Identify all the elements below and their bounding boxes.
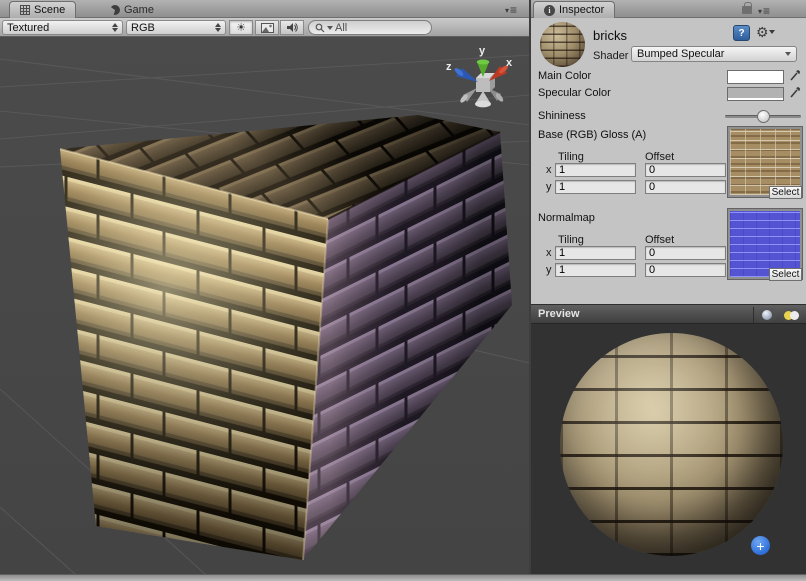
gizmo-center-cube[interactable] — [476, 73, 495, 92]
preview-light-toggle-button[interactable] — [780, 308, 803, 322]
base-x-row-label: x — [546, 164, 552, 176]
specular-color-swatch[interactable] — [727, 87, 784, 101]
scene-panel: Scene Game ▾≡ Textured RGB ☀ — [0, 0, 530, 581]
draw-mode-value: Textured — [7, 22, 108, 34]
normalmap-label: Normalmap — [538, 212, 595, 224]
game-icon — [110, 5, 120, 15]
search-icon — [315, 23, 325, 33]
tab-game-label: Game — [124, 4, 154, 16]
base-offset-y-field[interactable] — [645, 180, 726, 194]
main-color-swatch-fill — [728, 71, 783, 81]
scene-panel-menu-icon[interactable]: ▾≡ — [505, 3, 517, 17]
eyedropper-icon[interactable] — [789, 68, 801, 82]
base-tiling-y-field[interactable] — [555, 180, 636, 194]
normalmap-select-button[interactable]: Select — [769, 268, 802, 281]
tab-game[interactable]: Game — [100, 1, 164, 18]
gizmo-x-label: x — [506, 57, 513, 69]
preview-header: Preview — [531, 304, 806, 324]
scene-toolbar: Textured RGB ☀ — [0, 18, 530, 37]
specular-color-swatch-fill — [728, 88, 783, 98]
audio-toggle-button[interactable] — [280, 20, 304, 35]
updown-arrows-icon — [215, 23, 221, 32]
scene-grid-icon — [20, 5, 30, 15]
normal-tiling-y-field[interactable] — [555, 263, 636, 277]
material-name: bricks — [593, 28, 627, 43]
base-texture-select-button[interactable]: Select — [769, 186, 802, 199]
normal-offset-x-field[interactable] — [645, 246, 726, 260]
sphere-icon — [762, 310, 772, 320]
add-icon[interactable]: + — [751, 536, 770, 555]
gizmo-z-label: z — [446, 61, 452, 73]
search-scope-caret-icon — [327, 26, 333, 30]
gizmo-y-label: y — [479, 45, 486, 57]
main-color-swatch[interactable] — [727, 70, 784, 84]
scene-tabbar: Scene Game ▾≡ — [0, 0, 530, 18]
shader-dropdown[interactable]: Bumped Specular — [631, 46, 797, 62]
shader-value: Bumped Specular — [637, 48, 724, 60]
inspector-tabbar: i Inspector ▾≡ — [531, 0, 806, 18]
normal-x-row-label: x — [546, 247, 552, 259]
window-bottom-border — [0, 574, 806, 581]
normal-y-row-label: y — [546, 264, 552, 276]
unity-editor-window: Scene Game ▾≡ Textured RGB ☀ — [0, 0, 806, 581]
material-preview-area[interactable]: + — [531, 324, 806, 574]
draw-mode-dropdown[interactable]: Textured — [2, 20, 123, 35]
normal-offset-header: Offset — [645, 234, 674, 246]
lighting-toggle-button[interactable]: ☀ — [229, 20, 253, 35]
preview-title: Preview — [531, 308, 580, 320]
base-y-row-label: y — [546, 181, 552, 193]
base-offset-header: Offset — [645, 151, 674, 163]
eyedropper-icon[interactable] — [789, 85, 801, 99]
normal-offset-y-field[interactable] — [645, 263, 726, 277]
inspector-panel-menu-icon[interactable]: ▾≡ — [758, 4, 770, 18]
info-icon: i — [544, 5, 555, 16]
speaker-icon — [286, 22, 299, 33]
base-tiling-x-field[interactable] — [555, 163, 636, 177]
scene-3d-view: y x z — [0, 37, 530, 574]
shininess-slider-thumb[interactable] — [757, 110, 770, 123]
help-icon[interactable]: ? — [733, 25, 750, 41]
inspector-panel: i Inspector ▾≡ bricks Shader Bumped Spec… — [531, 0, 806, 581]
preview-sphere[interactable] — [560, 333, 783, 556]
shader-label: Shader — [593, 50, 628, 62]
material-preview-ball — [540, 22, 585, 67]
scene-viewport[interactable]: y x z — [0, 37, 530, 574]
search-scope-label: All — [335, 22, 347, 34]
tab-scene[interactable]: Scene — [9, 1, 76, 18]
updown-arrows-icon — [112, 23, 118, 32]
base-tiling-header: Tiling — [558, 151, 584, 163]
normal-tiling-header: Tiling — [558, 234, 584, 246]
color-mode-value: RGB — [131, 22, 211, 34]
tab-inspector[interactable]: i Inspector — [533, 1, 615, 18]
lock-icon[interactable] — [742, 6, 752, 14]
normal-tiling-x-field[interactable] — [555, 246, 636, 260]
main-color-label: Main Color — [538, 70, 591, 82]
light-off-icon — [790, 311, 799, 320]
preview-mesh-button[interactable] — [757, 308, 777, 322]
base-offset-x-field[interactable] — [645, 163, 726, 177]
skybox-toggle-button[interactable] — [255, 20, 279, 35]
specular-color-label: Specular Color — [538, 87, 611, 99]
shininess-label: Shininess — [538, 110, 586, 122]
gear-icon[interactable]: ⚙ — [756, 24, 775, 41]
dropdown-caret-icon — [785, 52, 791, 56]
shininess-slider[interactable] — [725, 115, 801, 118]
tab-inspector-label: Inspector — [559, 4, 604, 16]
color-mode-dropdown[interactable]: RGB — [126, 20, 226, 35]
image-icon — [261, 23, 274, 33]
base-texture-label: Base (RGB) Gloss (A) — [538, 129, 646, 141]
sun-icon: ☀ — [236, 21, 246, 34]
tab-scene-label: Scene — [34, 4, 65, 16]
scene-search-field[interactable]: All — [308, 20, 432, 35]
